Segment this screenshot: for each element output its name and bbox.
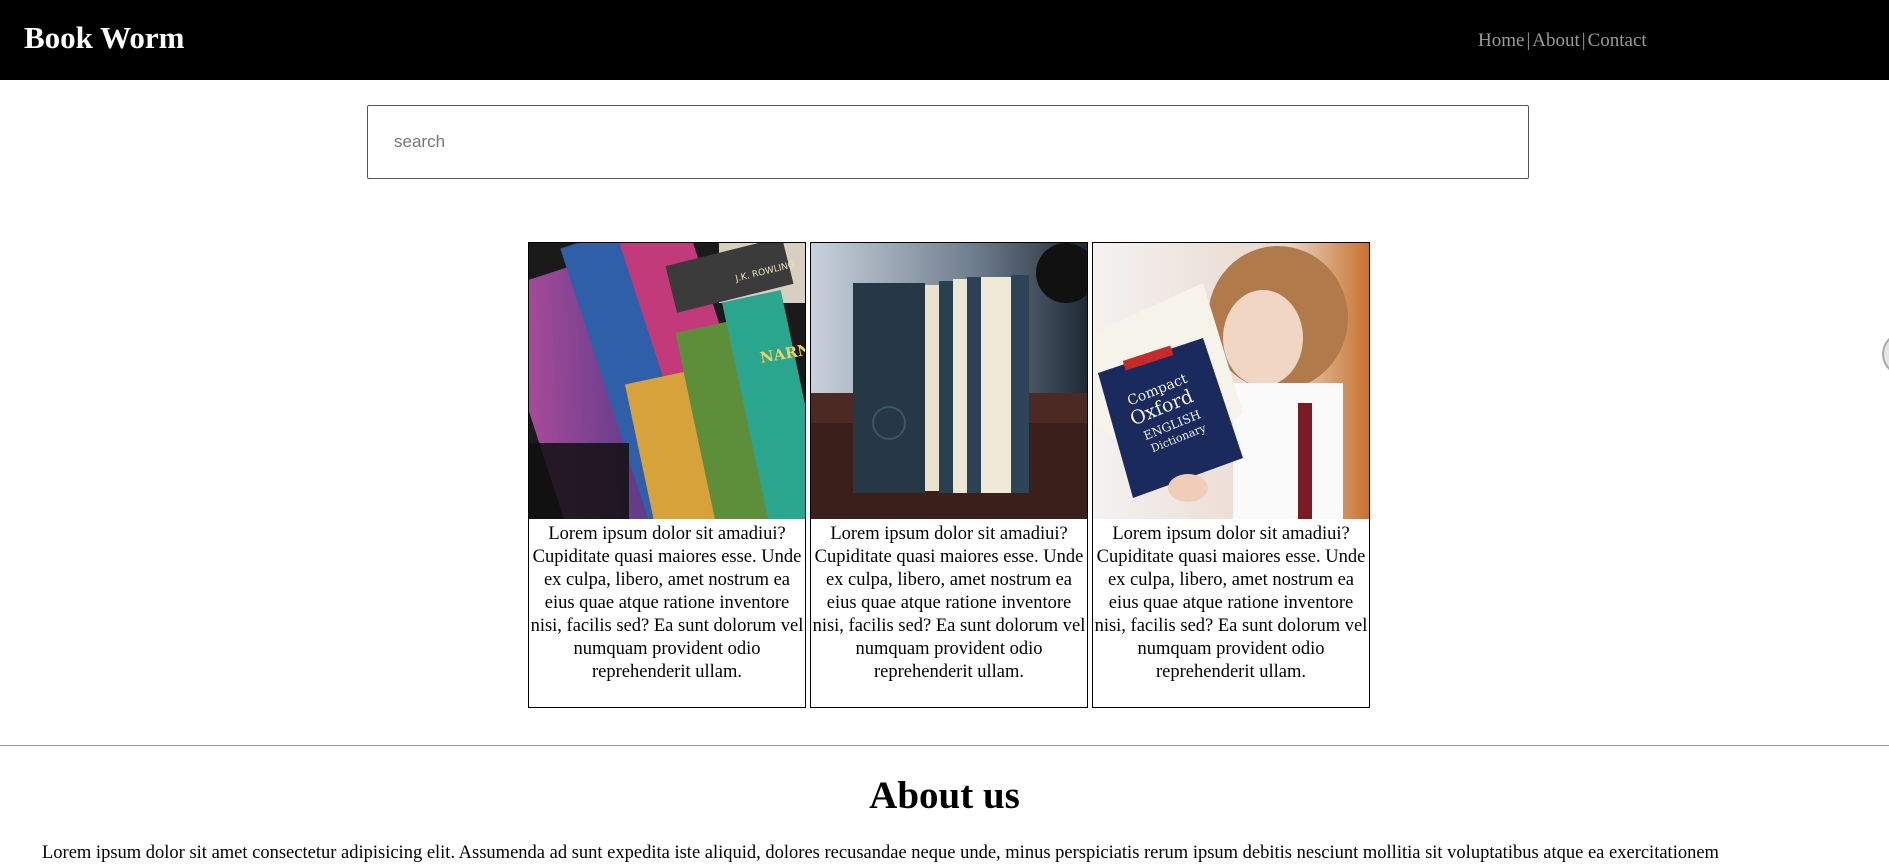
search-input[interactable] (367, 105, 1529, 179)
scroll-edge-button[interactable] (1882, 332, 1889, 376)
book-card-text: Lorem ipsum dolor sit amadiui? Cupiditat… (1094, 524, 1368, 682)
book-card[interactable]: Lorem ipsum dolor sit amadiui? Cupiditat… (810, 242, 1088, 708)
about-heading: About us (869, 774, 1020, 817)
book-card-text: Lorem ipsum dolor sit amadiui? Cupiditat… (530, 524, 804, 682)
book-card-image (811, 243, 1087, 519)
nav-link-about[interactable]: About (1532, 30, 1580, 51)
book-card-image: J.K. ROWLING NARNIA (529, 243, 805, 519)
book-card[interactable]: Compact Oxford ENGLISH Dictionary Lorem … (1092, 242, 1370, 708)
book-card-image: Compact Oxford ENGLISH Dictionary (1093, 243, 1369, 519)
main-nav: Home | About | Contact (1478, 28, 1647, 54)
brand-logo[interactable]: Book Worm (24, 18, 184, 58)
top-navbar: Book Worm Home | About | Contact (0, 0, 1889, 80)
book-card[interactable]: J.K. ROWLING NARNIA Lorem ipsum dolor si… (528, 242, 806, 708)
nav-separator: | (1581, 30, 1586, 51)
nav-link-contact[interactable]: Contact (1588, 30, 1647, 51)
book-card-text: Lorem ipsum dolor sit amadiui? Cupiditat… (812, 524, 1086, 682)
section-divider (0, 745, 1889, 746)
nav-link-home[interactable]: Home (1478, 30, 1524, 51)
